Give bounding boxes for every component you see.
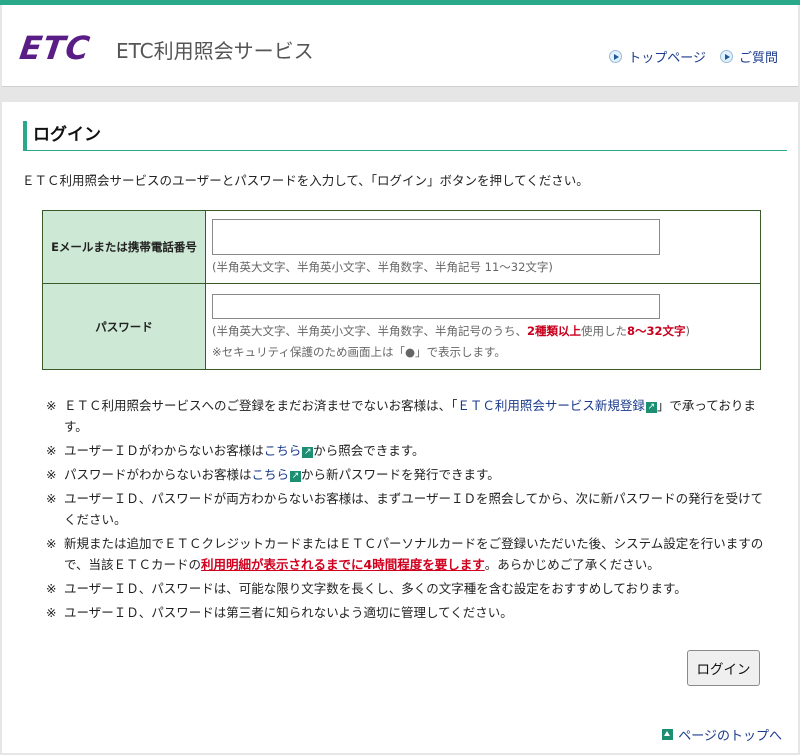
user-id-hint: (半角英大文字、半角英小文字、半角数字、半角記号 11～32文字) — [212, 260, 553, 274]
page-top-link[interactable]: ページのトップへ — [662, 725, 782, 744]
login-form: Eメールまたは携帯電話番号 (半角英大文字、半角英小文字、半角数字、半角記号 1… — [42, 210, 761, 370]
note-text: ＥＴＣ利用照会サービスへのご登録をまだお済ませでないお客様は、「ＥＴＣ利用照会サ… — [64, 395, 766, 437]
user-id-cell: (半角英大文字、半角英小文字、半角数字、半角記号 11～32文字) — [205, 210, 761, 284]
note-mark: ※ — [46, 605, 57, 620]
note-mark: ※ — [46, 491, 57, 506]
external-link-icon: ↗ — [645, 402, 657, 413]
note-text-part: から新パスワードを発行できます。 — [301, 467, 500, 482]
arrow-right-circle-icon — [609, 50, 623, 63]
note-item: ※ 新規または追加でＥＴＣクレジットカードまたはＥＴＣパーソナルカードをご登録い… — [46, 533, 766, 575]
arrow-right-circle-icon — [719, 50, 733, 63]
password-reset-link-label: こちら — [251, 467, 290, 482]
note-item: ※ ユーザーＩＤ、パスワードが両方わからないお客様は、まずユーザーＩＤを照会して… — [46, 488, 766, 530]
password-hint-kinds: 2種類以上 — [526, 323, 581, 338]
site-name: ETC利用照会サービス — [116, 39, 314, 63]
processing-time-warning: 利用明細が表示されるまでに4時間程度を要します — [201, 557, 485, 572]
note-text: ユーザーＩＤ、パスワードは、可能な限り文字数を長くし、多くの文字種を含む設定をお… — [64, 581, 687, 596]
note-text-part: ユーザーＩＤがわからないお客様は — [64, 443, 264, 458]
password-hint: (半角英大文字、半角英小文字、半角数字、半角記号のうち、2種類以上使用した8～3… — [212, 322, 754, 340]
notes-list: ※ ＥＴＣ利用照会サービスへのご登録をまだお済ませでないお客様は、「ＥＴＣ利用照… — [46, 395, 766, 626]
top-page-link[interactable]: トップページ — [609, 47, 706, 66]
note-text: パスワードがわからないお客様はこちら ↗ から新パスワードを発行できます。 — [64, 464, 766, 485]
note-text-part: ＥＴＣ利用照会サービスへのご登録をまだお済ませでないお客様は、「 — [64, 398, 458, 413]
note-mark: ※ — [46, 536, 57, 551]
faq-link-label: ご質問 — [738, 51, 778, 66]
note-item: ※ ユーザーＩＤ、パスワードは第三者に知られないよう適切に管理してください。 — [46, 602, 766, 623]
password-cell: (半角英大文字、半角英小文字、半角数字、半角記号のうち、2種類以上使用した8～3… — [205, 283, 761, 370]
etc-logo: ETC — [17, 29, 93, 67]
site-header: ETC ETC利用照会サービス トップページ ご質問 — [2, 5, 798, 87]
note-text-part: 。あらかじめご了承ください。 — [484, 557, 660, 572]
main-content: ログイン ＥＴＣ利用照会サービスのユーザーとパスワードを入力して、「ログイン」ボ… — [2, 102, 798, 753]
note-item: ※ ユーザーＩＤがわからないお客様はこちら ↗ から照会できます。 — [46, 440, 766, 461]
password-hint-close: ) — [685, 323, 691, 338]
note-text: ユーザーＩＤ、パスワードは第三者に知られないよう適切に管理してください。 — [64, 605, 513, 620]
note-text: 新規または追加でＥＴＣクレジットカードまたはＥＴＣパーソナルカードをご登録いただ… — [64, 533, 766, 575]
external-link-icon: ↗ — [290, 471, 302, 482]
note-mark: ※ — [46, 581, 57, 596]
page-title: ログイン — [23, 121, 787, 151]
note-text: ユーザーＩＤ、パスワードが両方わからないお客様は、まずユーザーＩＤを照会してから… — [64, 491, 764, 527]
note-mark: ※ — [46, 398, 57, 413]
intro-text: ＥＴＣ利用照会サービスのユーザーとパスワードを入力して、「ログイン」ボタンを押し… — [22, 173, 589, 188]
page-top-link-label: ページのトップへ — [678, 729, 782, 744]
new-registration-link-label: ＥＴＣ利用照会サービス新規登録 — [457, 398, 645, 413]
faq-link[interactable]: ご質問 — [719, 47, 778, 66]
password-hint-text: (半角英大文字、半角英小文字、半角数字、半角記号のうち、 — [212, 323, 527, 338]
user-id-input[interactable] — [212, 219, 660, 255]
external-link-icon: ↗ — [302, 447, 314, 458]
password-input[interactable] — [212, 293, 660, 319]
user-id-label: Eメールまたは携帯電話番号 — [42, 210, 206, 284]
note-item: ※ ユーザーＩＤ、パスワードは、可能な限り文字数を長くし、多くの文字種を含む設定… — [46, 578, 766, 599]
user-id-lookup-link-label: こちら — [263, 443, 302, 458]
password-reset-link[interactable]: こちら ↗ — [252, 467, 302, 482]
header-links: トップページ ご質問 — [609, 47, 778, 66]
note-item: ※ パスワードがわからないお客様はこちら ↗ から新パスワードを発行できます。 — [46, 464, 766, 485]
arrow-up-icon — [662, 729, 674, 740]
note-mark: ※ — [46, 467, 57, 482]
note-text-part: から照会できます。 — [313, 443, 425, 458]
top-page-link-label: トップページ — [628, 51, 706, 66]
password-label: パスワード — [42, 283, 206, 370]
note-item: ※ ＥＴＣ利用照会サービスへのご登録をまだお済ませでないお客様は、「ＥＴＣ利用照… — [46, 395, 766, 437]
security-note: ※セキュリティ保護のため画面上は「●」で表示します。 — [212, 344, 506, 359]
login-button[interactable]: ログイン — [687, 650, 760, 686]
note-text: ユーザーＩＤがわからないお客様はこちら ↗ から照会できます。 — [64, 440, 766, 461]
password-hint-used: 使用した — [581, 323, 627, 338]
password-hint-length: 8～32文字 — [627, 323, 686, 338]
user-id-lookup-link[interactable]: こちら ↗ — [264, 443, 314, 458]
note-text-part: パスワードがわからないお客様は — [64, 467, 252, 482]
note-mark: ※ — [46, 443, 57, 458]
new-registration-link[interactable]: ＥＴＣ利用照会サービス新規登録 ↗ — [457, 398, 657, 413]
